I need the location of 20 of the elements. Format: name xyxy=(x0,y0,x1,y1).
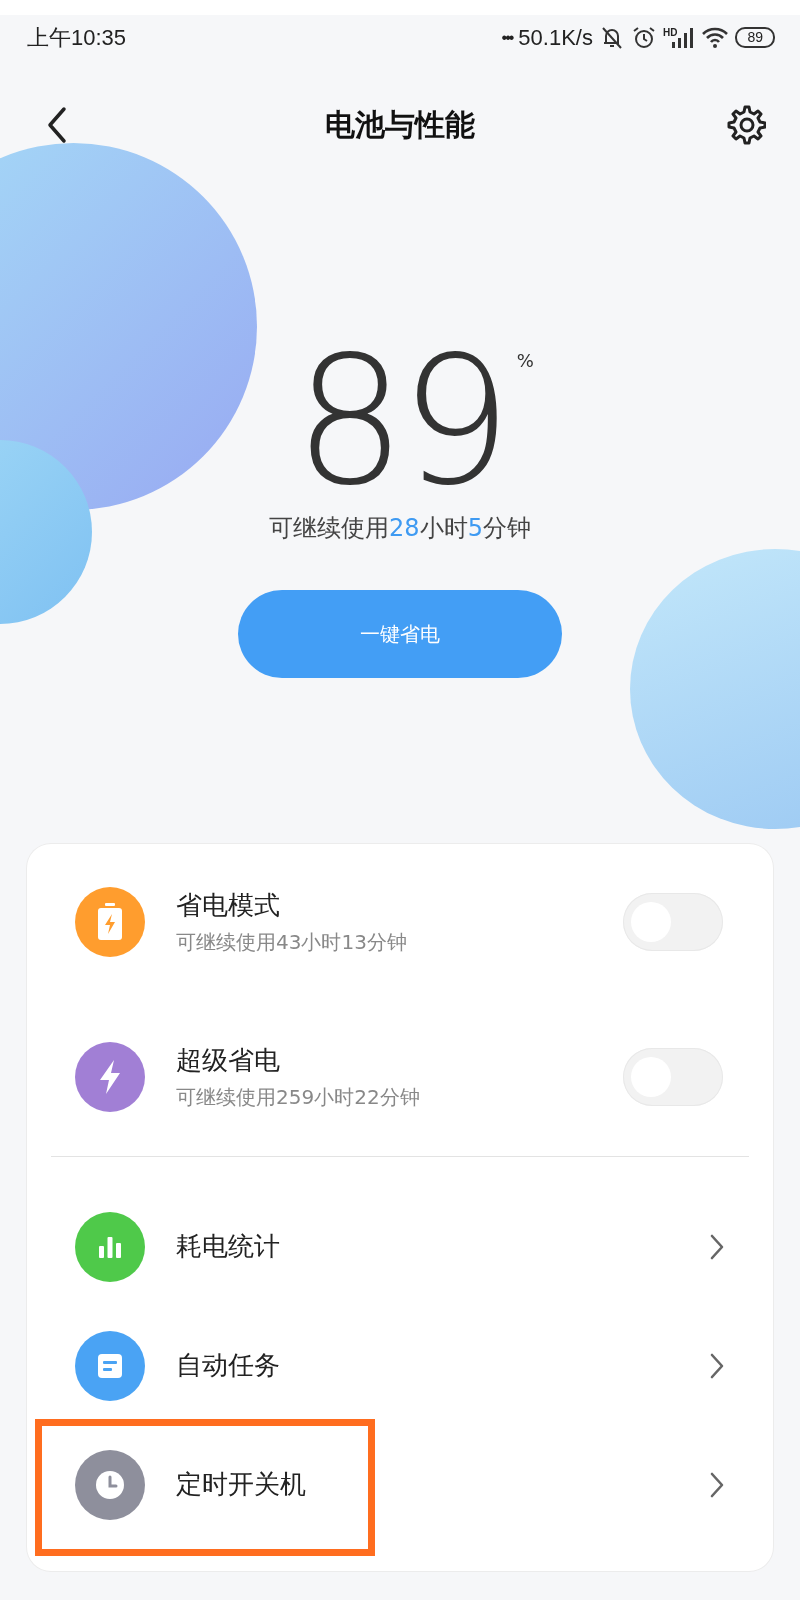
setting-subtitle: 可继续使用259小时22分钟 xyxy=(176,1083,421,1111)
remaining-time: 可继续使用28小时5分钟 xyxy=(269,513,531,544)
chevron-icon xyxy=(709,1232,725,1261)
chevron-icon xyxy=(709,1470,725,1499)
more-dots: ••• xyxy=(501,28,513,47)
setting-title: 超级省电 xyxy=(176,1043,281,1077)
battery-indicator: 89 xyxy=(735,27,775,48)
clock: 上午10:35 xyxy=(27,23,127,52)
setting-subtitle: 可继续使用43小时13分钟 xyxy=(176,928,408,956)
chevron-icon xyxy=(709,1351,725,1380)
menu-item[interactable]: 耗电统计 xyxy=(176,1229,709,1264)
battery-percent: 89 xyxy=(294,338,506,508)
menu-item[interactable]: 自动任务 xyxy=(176,1348,709,1383)
hd-label: HD xyxy=(662,26,678,38)
setting-title: 省电模式 xyxy=(176,888,281,922)
wifi-icon xyxy=(701,25,730,50)
page-title: 电池与性能 xyxy=(325,105,475,144)
percent-sign: % xyxy=(516,350,534,371)
menu-item[interactable]: 定时开关机 xyxy=(176,1467,709,1502)
network-speed: 50.1K/s xyxy=(518,24,593,51)
